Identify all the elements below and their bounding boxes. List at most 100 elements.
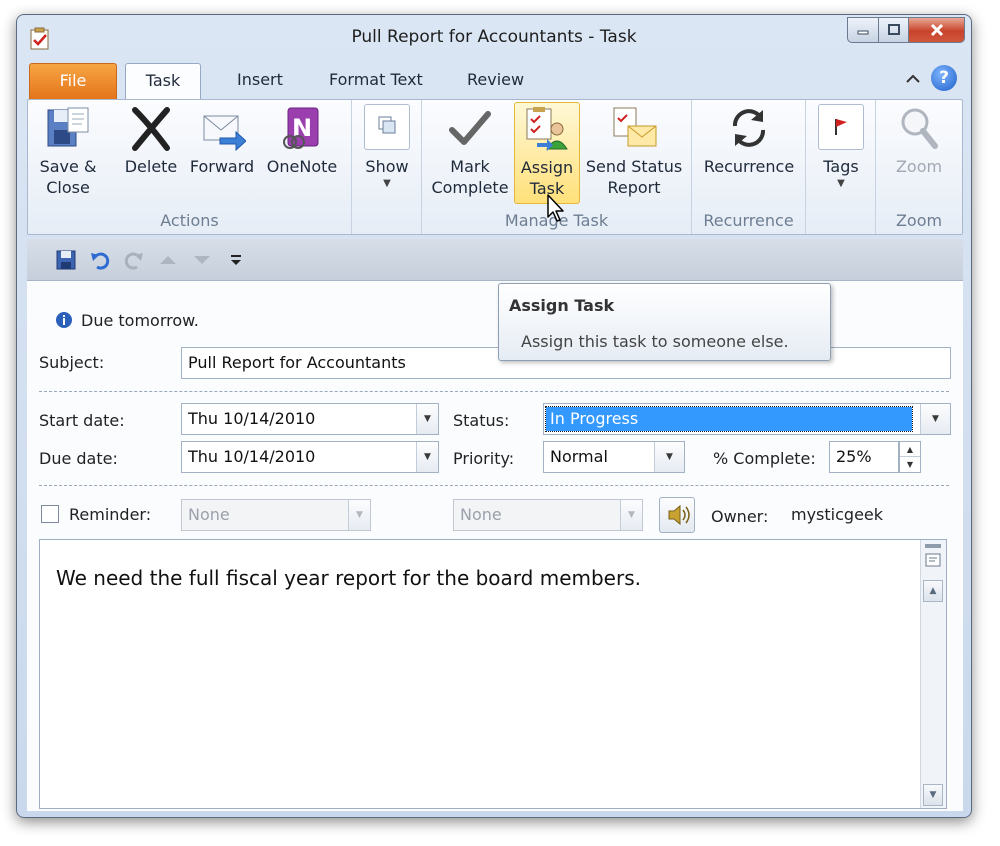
assign-task-button[interactable]: Assign Task: [514, 102, 580, 204]
redo-icon[interactable]: [123, 249, 145, 271]
help-icon[interactable]: ?: [931, 65, 957, 91]
send-status-label-2: Report: [607, 178, 661, 197]
tab-format-text[interactable]: Format Text: [315, 63, 437, 99]
recurrence-icon: [733, 109, 765, 147]
recurrence-button[interactable]: Recurrence: [696, 104, 802, 177]
tab-review[interactable]: Review: [453, 63, 538, 99]
recurrence-group: Recurrence Recurrence: [692, 100, 806, 234]
zoom-group-label: Zoom: [895, 211, 943, 230]
window-title: Pull Report for Accountants - Task: [351, 27, 637, 47]
due-date-dropdown[interactable]: ▼: [416, 442, 438, 472]
separator-2: [39, 485, 949, 486]
due-date-field[interactable]: Thu 10/14/2010 ▼: [181, 441, 439, 473]
status-label: Status:: [453, 411, 510, 430]
minimize-ribbon-icon[interactable]: [905, 72, 921, 84]
reminder-sound-button[interactable]: [659, 497, 695, 533]
status-select[interactable]: In Progress ▼: [543, 403, 951, 435]
task-body-editor[interactable]: We need the full fiscal year report for …: [39, 539, 947, 809]
tab-insert[interactable]: Insert: [223, 63, 297, 99]
mark-complete-button[interactable]: Mark Complete: [428, 104, 512, 198]
subject-value: Pull Report for Accountants: [188, 353, 406, 372]
save-icon[interactable]: [55, 249, 77, 271]
title-bar: Pull Report for Accountants - Task: [17, 15, 971, 61]
info-icon: [56, 312, 72, 328]
close-button[interactable]: [909, 17, 965, 43]
onenote-icon: N: [283, 107, 319, 149]
previous-item-icon[interactable]: [157, 249, 179, 271]
assign-task-tooltip: Assign Task Assign this task to someone …: [498, 283, 831, 361]
percent-spinner[interactable]: ▲ ▼: [899, 441, 921, 473]
actions-group-label: Actions: [160, 211, 219, 230]
status-dropdown[interactable]: ▼: [920, 404, 950, 434]
customize-toolbar-icon[interactable]: [225, 249, 247, 271]
save-close-icon: [47, 107, 89, 147]
reminder-time-dropdown[interactable]: ▼: [620, 500, 642, 530]
show-group: Show ▼: [352, 100, 422, 234]
reminder-time-value: None: [460, 505, 502, 524]
subject-label: Subject:: [39, 353, 105, 372]
scroll-splitter[interactable]: [925, 544, 941, 548]
zoom-button-label: Zoom: [895, 157, 943, 176]
priority-select[interactable]: Normal ▼: [543, 441, 685, 473]
delete-icon: [132, 107, 170, 151]
start-date-field[interactable]: Thu 10/14/2010 ▼: [181, 403, 439, 435]
forward-button[interactable]: Forward: [186, 104, 258, 177]
vertical-scrollbar[interactable]: ▲ ▼: [920, 540, 946, 808]
send-status-label-1: Send Status: [585, 157, 683, 176]
tab-task[interactable]: Task: [125, 63, 201, 101]
mark-complete-label-2: Complete: [431, 178, 509, 197]
close-icon: [930, 23, 943, 37]
tooltip-description: Assign this task to someone else.: [521, 332, 789, 351]
percent-complete-value: 25%: [836, 447, 872, 466]
reminder-checkbox[interactable]: [41, 505, 59, 523]
show-button[interactable]: Show ▼: [360, 104, 414, 191]
forward-label: Forward: [189, 157, 255, 176]
magnifier-icon: [901, 108, 938, 149]
due-date-value: Thu 10/14/2010: [188, 447, 316, 466]
spinner-up-arrow[interactable]: ▲: [900, 442, 920, 457]
tab-file[interactable]: File: [29, 63, 117, 99]
maximize-icon: [887, 24, 900, 35]
window-controls: [847, 17, 965, 43]
next-item-icon[interactable]: [191, 249, 213, 271]
task-window: Pull Report for Accountants - Task File …: [16, 14, 972, 818]
save-close-button[interactable]: Save & Close: [36, 104, 100, 198]
tags-group: Tags ▼: [806, 100, 876, 234]
priority-dropdown[interactable]: ▼: [654, 442, 684, 472]
quick-access-toolbar: [27, 239, 963, 281]
info-banner: Due tomorrow.: [81, 311, 199, 330]
save-close-label-2: Close: [46, 178, 90, 197]
tags-button[interactable]: Tags ▼: [814, 104, 868, 191]
assign-task-label-1: Assign: [520, 158, 574, 177]
undo-icon[interactable]: [89, 249, 111, 271]
show-icon: [378, 116, 396, 134]
zoom-button[interactable]: Zoom: [884, 104, 954, 177]
reminder-time-select[interactable]: None ▼: [453, 499, 643, 531]
due-date-label: Due date:: [39, 449, 118, 468]
scroll-down-button[interactable]: ▼: [923, 784, 943, 806]
tags-dropdown-arrow: ▼: [837, 178, 845, 189]
reminder-date-select[interactable]: None ▼: [181, 499, 371, 531]
ruler-icon[interactable]: [924, 552, 944, 570]
flag-icon: [835, 119, 847, 135]
reminder-label: Reminder:: [69, 505, 152, 524]
help-area: ?: [905, 65, 957, 91]
maximize-button[interactable]: [879, 17, 909, 43]
zoom-group: Zoom Zoom: [876, 100, 962, 234]
separator-1: [39, 391, 949, 392]
onenote-button[interactable]: N OneNote: [262, 104, 342, 177]
scroll-up-button[interactable]: ▲: [923, 580, 943, 602]
assign-task-icon: [526, 107, 568, 151]
percent-complete-label: % Complete:: [713, 449, 816, 468]
percent-complete-input[interactable]: 25%: [829, 441, 899, 473]
ribbon-tabs: File Task Insert Format Text Review ?: [17, 61, 971, 101]
priority-label: Priority:: [453, 449, 515, 468]
minimize-button[interactable]: [847, 17, 879, 43]
spinner-down-arrow[interactable]: ▼: [900, 457, 920, 472]
send-status-report-button[interactable]: Send Status Report: [582, 104, 686, 198]
mark-complete-label-1: Mark: [450, 157, 490, 176]
reminder-date-dropdown[interactable]: ▼: [348, 500, 370, 530]
start-date-dropdown[interactable]: ▼: [416, 404, 438, 434]
send-status-report-icon: [613, 107, 657, 147]
delete-button[interactable]: Delete: [120, 104, 182, 177]
